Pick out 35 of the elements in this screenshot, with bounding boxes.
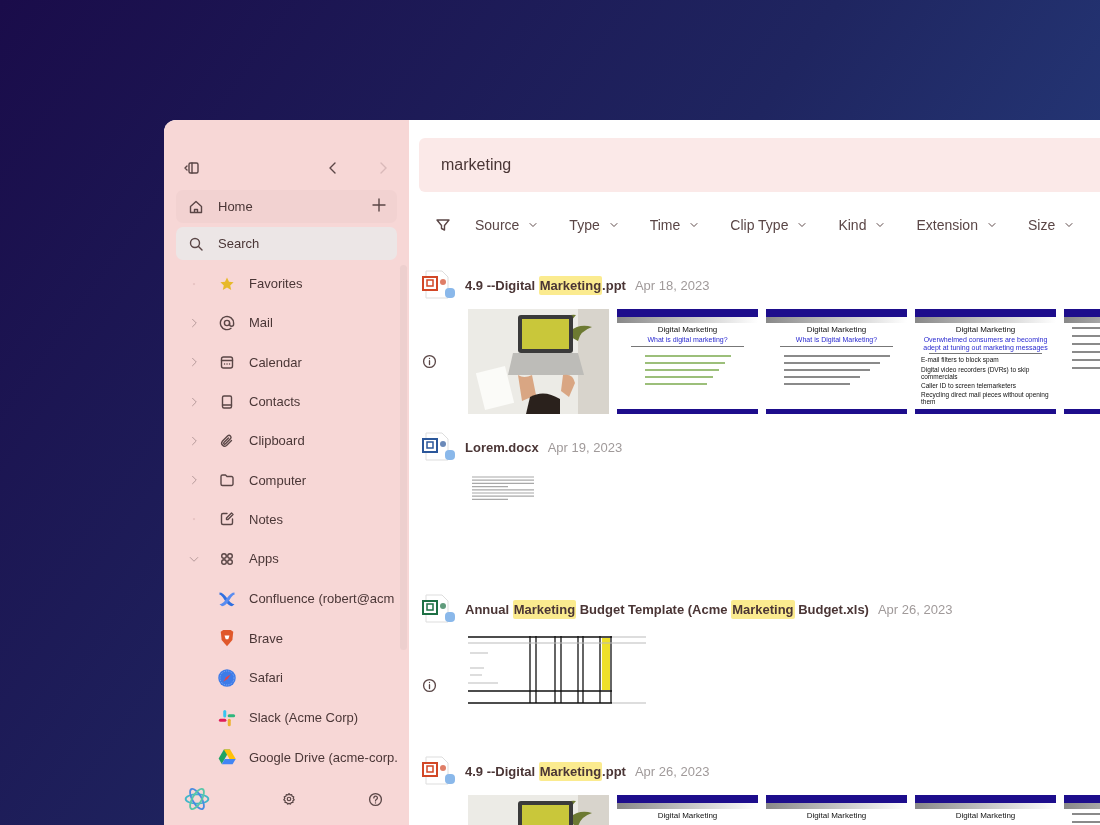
app-item[interactable]: Confluence (robert@acm — [176, 578, 397, 619]
filter-dropdown[interactable]: Source — [475, 217, 540, 233]
sidebar-item[interactable]: Clipboard — [176, 421, 397, 461]
sidebar-item[interactable]: Computer — [176, 460, 397, 500]
search-nav-item[interactable]: Search — [176, 227, 397, 260]
search-field[interactable]: marketing — [419, 138, 1100, 192]
app-item[interactable]: Safari — [176, 657, 397, 698]
app-item[interactable]: Slack (Acme Corp) — [176, 697, 397, 738]
home-nav-item[interactable]: Home — [176, 190, 397, 223]
file-name[interactable]: Lorem.docx — [465, 439, 539, 455]
slide-title: Digital Marketing — [805, 811, 868, 820]
app-item[interactable]: Google Drive (acme-corp. — [176, 737, 397, 773]
sidebar-item[interactable]: Contacts — [176, 381, 397, 422]
slide-title: Digital Marketing — [954, 811, 1017, 820]
file-date: Apr 26, 2023 — [634, 763, 710, 779]
app-item[interactable]: Brave — [176, 618, 397, 658]
file-date: Apr 26, 2023 — [877, 601, 953, 617]
filter-dropdown[interactable]: Type — [569, 217, 620, 233]
sidebar-item[interactable]: Notes — [176, 499, 397, 540]
slide-title: Digital Marketing — [805, 325, 868, 334]
file-date: Apr 18, 2023 — [634, 277, 710, 293]
sidebar-item[interactable]: Calendar — [176, 342, 397, 382]
slide-title: Digital Marketing — [954, 325, 1017, 334]
file-date: Apr 19, 2023 — [547, 439, 623, 455]
slide-title: Digital Marketing — [656, 811, 719, 820]
filter-dropdown[interactable]: Kind — [838, 217, 887, 233]
slide-title: Digital Marketing — [656, 325, 719, 334]
filter-dropdown[interactable]: Extension — [916, 217, 998, 233]
filter-dropdown[interactable]: Clip Type — [730, 217, 809, 233]
file-name[interactable]: Annual Marketing Budget Template (Acme Marketing Budget.xls) — [465, 601, 869, 617]
sidebar-item[interactable]: Favorites — [176, 264, 397, 304]
sidebar-item[interactable]: Mail — [176, 303, 397, 343]
filter-dropdown[interactable]: Time — [649, 217, 701, 233]
sidebar-item[interactable]: Apps — [176, 539, 397, 579]
filter-dropdown[interactable]: Size — [1027, 217, 1076, 233]
